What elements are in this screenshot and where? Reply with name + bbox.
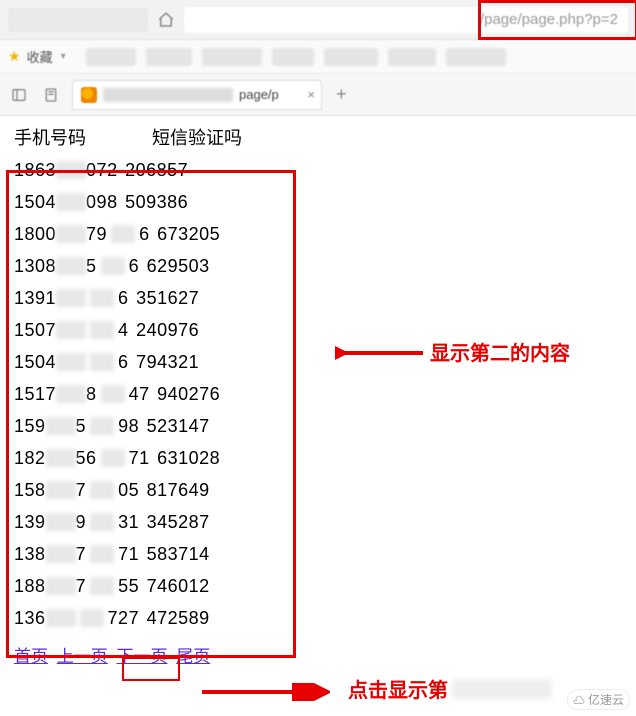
cell-phone: 1517847 — [14, 378, 150, 410]
cell-code: 509386 — [120, 186, 189, 218]
cell-code: 817649 — [141, 474, 210, 506]
table-row: 1863072 206857 — [14, 154, 622, 186]
cell-code: 673205 — [152, 218, 221, 250]
cell-phone: 139931 — [14, 506, 139, 538]
tab-strip: page/p × + — [0, 74, 636, 116]
annotation-arrow-icon — [200, 683, 330, 701]
cell-phone: 138771 — [14, 538, 139, 570]
table-row: 158705 817649 — [14, 474, 622, 506]
cell-code: 794321 — [131, 346, 200, 378]
browser-tab[interactable]: page/p × — [72, 80, 322, 110]
bookmark-item[interactable] — [202, 48, 262, 66]
bookmark-bar: ★ 收藏 ▾ — [0, 40, 636, 74]
cell-phone: 1863072 — [14, 154, 118, 186]
table-row: 1800796 673205 — [14, 218, 622, 250]
table-row: 159598 523147 — [14, 410, 622, 442]
bookmark-item[interactable] — [388, 48, 436, 66]
cell-code: 583714 — [141, 538, 210, 570]
table-row: 138771 583714 — [14, 538, 622, 570]
table-row: 1504098 509386 — [14, 186, 622, 218]
data-rows: 1863072 2068571504098 5093861800796 6732… — [14, 154, 622, 634]
cell-code: 345287 — [141, 506, 210, 538]
table-row: 188755 746012 — [14, 570, 622, 602]
table-row: 136727 472589 — [14, 602, 622, 634]
cell-phone: 159598 — [14, 410, 139, 442]
bookmark-item[interactable] — [272, 48, 314, 66]
cell-phone: 188755 — [14, 570, 139, 602]
table-row: 1825671 631028 — [14, 442, 622, 474]
table-row: 139931 345287 — [14, 506, 622, 538]
column-header-phone: 手机号码 — [14, 124, 86, 150]
favorites-star-icon[interactable]: ★ — [8, 48, 21, 65]
cell-phone: 158705 — [14, 474, 139, 506]
pager-next[interactable]: 下一页 — [116, 647, 167, 666]
pager-last[interactable]: 尾页 — [176, 647, 210, 666]
panel-toggle-icon[interactable] — [8, 84, 30, 106]
pager: 首页 上一页 下一页 尾页 — [14, 642, 622, 667]
cell-phone: 1800796 — [14, 218, 150, 250]
bookmark-item[interactable] — [446, 48, 506, 66]
column-header-code: 短信验证吗 — [152, 124, 242, 150]
cell-code: 351627 — [131, 282, 200, 314]
cell-code: 940276 — [152, 378, 221, 410]
cell-phone: 1504098 — [14, 186, 118, 218]
cell-code: 631028 — [152, 442, 221, 474]
reader-icon[interactable] — [40, 84, 62, 106]
cell-phone: 130856 — [14, 250, 139, 282]
table-row: 15074 240976 — [14, 314, 622, 346]
pager-prev[interactable]: 上一页 — [57, 647, 108, 666]
bookmark-item[interactable] — [324, 48, 378, 66]
chevron-down-icon[interactable]: ▾ — [61, 51, 66, 62]
address-bar — [0, 0, 636, 40]
nav-buttons-blur — [8, 8, 148, 32]
table-row: 1517847 940276 — [14, 378, 622, 410]
page-content: 手机号码 短信验证吗 1863072 2068571504098 5093861… — [0, 116, 636, 675]
tab-favicon — [81, 87, 97, 103]
annotation-label-2: 点击显示第 — [348, 674, 552, 703]
new-tab-button[interactable]: + — [332, 84, 351, 105]
cell-phone: 15046 — [14, 346, 129, 378]
close-icon[interactable]: × — [307, 87, 315, 102]
cell-code: 523147 — [141, 410, 210, 442]
watermark: 亿速云 — [567, 689, 630, 710]
tab-title-tail: page/p — [239, 87, 279, 102]
cell-code: 472589 — [141, 602, 210, 634]
favorites-label[interactable]: 收藏 — [27, 47, 53, 66]
cell-phone: 1825671 — [14, 442, 150, 474]
bookmark-item[interactable] — [146, 48, 192, 66]
cell-phone: 136727 — [14, 602, 139, 634]
table-row: 15046 794321 — [14, 346, 622, 378]
pager-first[interactable]: 首页 — [14, 647, 48, 666]
cell-code: 240976 — [131, 314, 200, 346]
bookmark-item[interactable] — [86, 48, 136, 66]
tab-title-blur — [103, 88, 233, 102]
url-input[interactable] — [184, 7, 628, 33]
cell-code: 746012 — [141, 570, 210, 602]
table-row: 130856 629503 — [14, 250, 622, 282]
cell-code: 629503 — [141, 250, 210, 282]
cell-phone: 13916 — [14, 282, 129, 314]
cell-phone: 15074 — [14, 314, 129, 346]
home-icon[interactable] — [156, 10, 176, 30]
table-row: 13916 351627 — [14, 282, 622, 314]
cell-code: 206857 — [120, 154, 189, 186]
